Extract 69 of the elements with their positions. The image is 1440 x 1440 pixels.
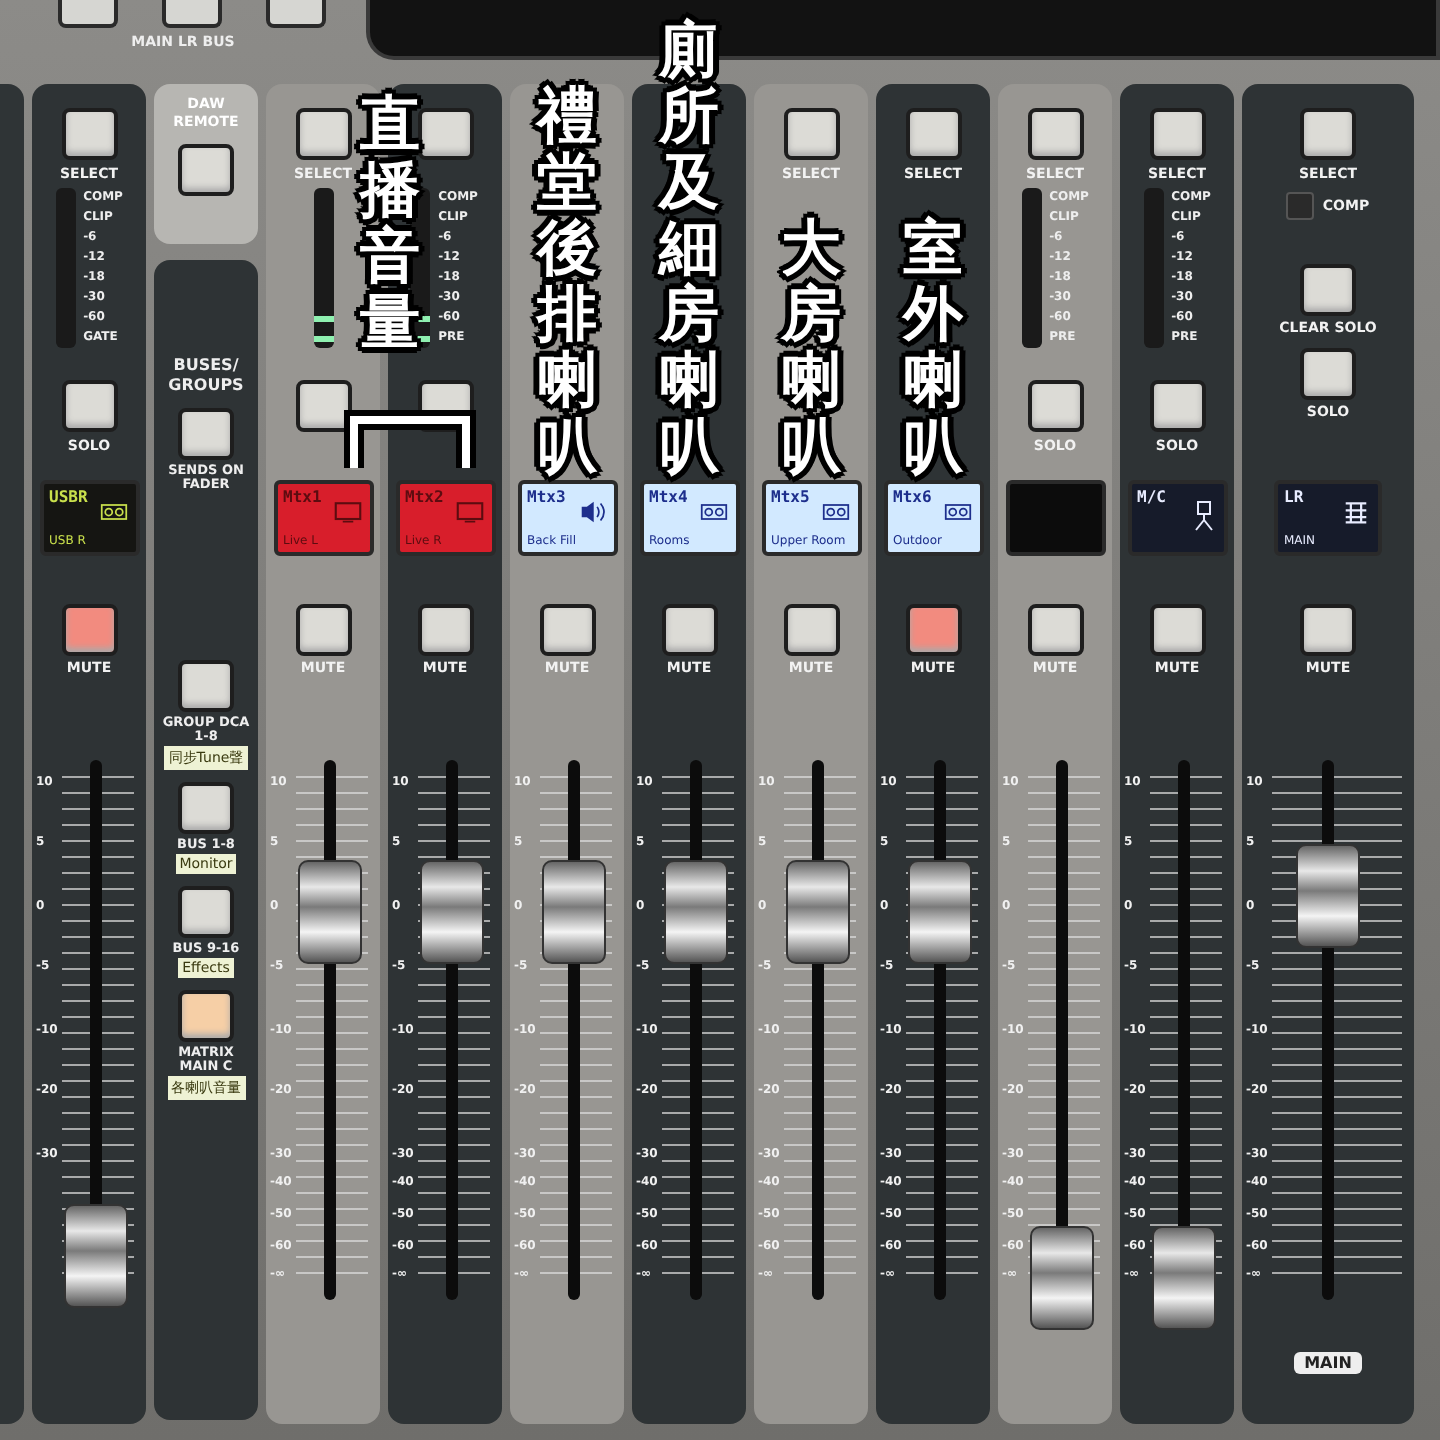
mute-button[interactable] <box>295 604 351 656</box>
display-title: M/C <box>1137 488 1166 506</box>
display-title: USBR <box>49 488 88 506</box>
display-title: Mtx4 <box>649 488 688 506</box>
person-icon <box>1191 500 1215 532</box>
mute-button[interactable] <box>661 604 717 656</box>
fader-knob[interactable] <box>541 859 605 964</box>
speaker-icon <box>577 500 605 524</box>
bracket-mark <box>344 408 476 472</box>
monitor-icon <box>455 500 483 524</box>
panel-button[interactable] <box>265 0 325 28</box>
mute-button[interactable] <box>61 604 117 656</box>
select-button[interactable] <box>783 108 839 160</box>
fader-knob[interactable] <box>1296 843 1360 947</box>
select-button[interactable] <box>1300 108 1356 160</box>
mute-button[interactable] <box>905 604 961 656</box>
fader-knob[interactable] <box>63 1204 127 1309</box>
mute-button[interactable] <box>1300 604 1356 656</box>
select-button[interactable] <box>1149 108 1205 160</box>
fader-knob[interactable] <box>907 859 971 964</box>
mute-button[interactable] <box>539 604 595 656</box>
display-title: Mtx2 <box>405 488 444 506</box>
fader-knob[interactable] <box>785 859 849 964</box>
tape-icon <box>943 500 971 524</box>
solo-button[interactable] <box>1300 348 1356 400</box>
tape-icon <box>99 500 127 524</box>
panel-button[interactable] <box>161 0 221 28</box>
tape-icon <box>699 500 727 524</box>
select-button[interactable] <box>1027 108 1083 160</box>
bus-button[interactable] <box>178 408 234 460</box>
select-button[interactable] <box>295 108 351 160</box>
display-title: Mtx1 <box>283 488 322 506</box>
display-title: Mtx3 <box>527 488 566 506</box>
mute-button[interactable] <box>1149 604 1205 656</box>
fader-knob[interactable] <box>663 859 727 964</box>
fader-knob[interactable] <box>419 859 483 964</box>
panel-button[interactable] <box>57 0 117 28</box>
fader-knob[interactable] <box>1029 1226 1093 1331</box>
mute-button[interactable] <box>1027 604 1083 656</box>
solo-button[interactable] <box>295 380 351 432</box>
tape-icon <box>821 500 849 524</box>
annotation-label: 廁所及細房喇叭 <box>659 18 719 480</box>
display-title: Mtx6 <box>893 488 932 506</box>
main-badge: MAIN <box>1294 1351 1362 1373</box>
bus-button[interactable] <box>178 990 234 1042</box>
solo-button[interactable] <box>1027 380 1083 432</box>
annotation-label: 大房喇叭 <box>781 216 841 480</box>
grid-icon <box>1342 500 1370 524</box>
bus-button[interactable] <box>178 660 234 712</box>
mute-button[interactable] <box>783 604 839 656</box>
monitor-icon <box>333 500 361 524</box>
buses-title: BUSES/ GROUPS <box>166 356 246 396</box>
select-button[interactable] <box>905 108 961 160</box>
bus-button[interactable] <box>178 886 234 938</box>
select-button[interactable] <box>417 108 473 160</box>
display-title: Mtx5 <box>771 488 810 506</box>
solo-button[interactable] <box>1149 380 1205 432</box>
fader-knob[interactable] <box>297 859 361 964</box>
annotation-label: 直播音量 <box>360 92 420 356</box>
select-button[interactable] <box>61 108 117 160</box>
annotation-label: 禮堂後排喇叭 <box>537 84 597 480</box>
display-title: LR <box>1284 488 1304 506</box>
daw-button[interactable] <box>178 144 234 196</box>
clear-solo-button[interactable] <box>1300 264 1356 316</box>
solo-button[interactable] <box>61 380 117 432</box>
fader-knob[interactable] <box>1151 1226 1215 1331</box>
bus-button[interactable] <box>178 782 234 834</box>
annotation-label: 室外喇叭 <box>903 216 963 480</box>
mute-button[interactable] <box>417 604 473 656</box>
